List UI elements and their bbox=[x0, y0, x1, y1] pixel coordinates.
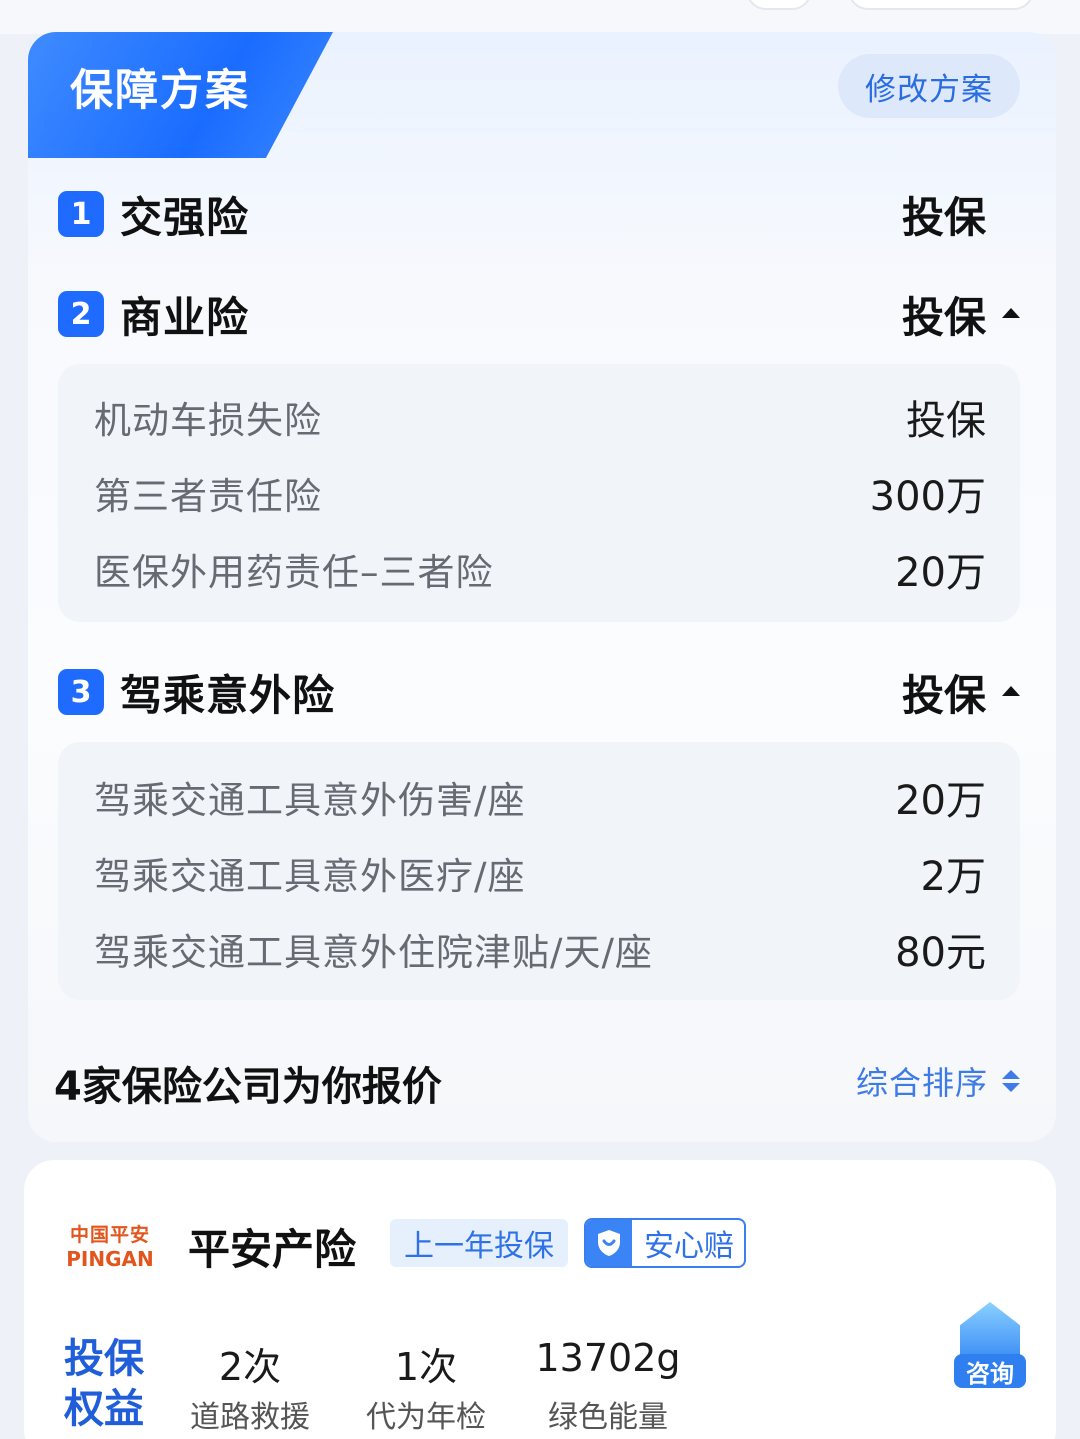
list-item: 机动车损失险 投保 bbox=[94, 392, 986, 444]
commercial-detail-box: 机动车损失险 投保 第三者责任险 300万 医保外用药责任–三者险 20万 bbox=[58, 364, 1020, 622]
section-title: 商业险 bbox=[120, 292, 250, 342]
section-compulsory[interactable]: 1 交强险 投保 bbox=[58, 184, 1020, 244]
coverage-label: 第三者责任险 bbox=[94, 475, 322, 518]
section-value: 投保 bbox=[901, 670, 986, 720]
modify-plan-button[interactable]: 修改方案 bbox=[838, 54, 1020, 118]
top-strip bbox=[0, 0, 1080, 34]
consult-button[interactable]: 咨询 bbox=[954, 1302, 1026, 1390]
benefit-item: 2次 道路救援 bbox=[180, 1336, 320, 1436]
benefit-value: 13702g bbox=[535, 1336, 681, 1380]
list-item: 驾乘交通工具意外医疗/座 2万 bbox=[94, 848, 986, 900]
section-value: 投保 bbox=[901, 292, 986, 342]
coverage-value: 80元 bbox=[895, 930, 986, 976]
list-item: 第三者责任险 300万 bbox=[94, 468, 986, 520]
logo-text-en: PINGAN bbox=[66, 1246, 154, 1271]
coverage-label: 驾乘交通工具意外医疗/座 bbox=[94, 855, 526, 898]
accident-detail-box: 驾乘交通工具意外伤害/座 20万 驾乘交通工具意外医疗/座 2万 驾乘交通工具意… bbox=[58, 742, 1020, 1000]
collapse-caret-icon[interactable] bbox=[1002, 686, 1020, 696]
coverage-label: 医保外用药责任–三者险 bbox=[94, 551, 494, 594]
worry-free-label: 安心赔 bbox=[644, 1229, 734, 1264]
section-title: 交强险 bbox=[120, 192, 250, 242]
consult-label: 咨询 bbox=[954, 1354, 1026, 1388]
list-item: 驾乘交通工具意外伤害/座 20万 bbox=[94, 772, 986, 824]
section-number-badge: 2 bbox=[58, 291, 104, 337]
benefit-label: 绿色能量 bbox=[548, 1400, 668, 1435]
plan-title: 保障方案 bbox=[70, 66, 250, 116]
company-logo: 中国平安 PINGAN bbox=[58, 1200, 162, 1290]
top-control-left[interactable] bbox=[746, 0, 812, 10]
house-icon bbox=[960, 1302, 1020, 1360]
benefit-value: 1次 bbox=[394, 1345, 458, 1389]
benefit-label: 代为年检 bbox=[366, 1400, 486, 1435]
worry-free-tag: 安心赔 bbox=[584, 1218, 746, 1268]
list-item: 驾乘交通工具意外住院津贴/天/座 80元 bbox=[94, 924, 986, 976]
sort-button[interactable]: 综合排序 bbox=[856, 1056, 1021, 1106]
coverage-value: 2万 bbox=[920, 854, 986, 900]
section-number-badge: 1 bbox=[58, 191, 104, 237]
quotes-title: 4家保险公司为你报价 bbox=[54, 1064, 442, 1110]
benefit-item: 1次 代为年检 bbox=[356, 1336, 496, 1436]
sort-label: 综合排序 bbox=[856, 1064, 989, 1102]
shield-icon bbox=[586, 1220, 632, 1266]
coverage-value: 20万 bbox=[895, 778, 986, 824]
benefits-label: 投保权益 bbox=[64, 1336, 144, 1432]
section-accident[interactable]: 3 驾乘意外险 投保 bbox=[58, 662, 1020, 722]
logo-text-cn: 中国平安 bbox=[69, 1223, 150, 1246]
coverage-label: 驾乘交通工具意外住院津贴/天/座 bbox=[94, 931, 653, 974]
coverage-value: 20万 bbox=[895, 550, 986, 596]
benefit-label: 道路救援 bbox=[190, 1400, 310, 1435]
collapse-caret-icon[interactable] bbox=[1002, 308, 1020, 318]
section-number-badge: 3 bbox=[58, 669, 104, 715]
benefit-value: 2次 bbox=[218, 1345, 282, 1389]
coverage-value: 300万 bbox=[869, 474, 986, 520]
top-control-right[interactable] bbox=[848, 0, 1034, 10]
last-year-tag: 上一年投保 bbox=[390, 1219, 568, 1267]
section-title: 驾乘意外险 bbox=[120, 670, 336, 720]
list-item: 医保外用药责任–三者险 20万 bbox=[94, 544, 986, 596]
coverage-label: 驾乘交通工具意外伤害/座 bbox=[94, 779, 526, 822]
coverage-label: 机动车损失险 bbox=[94, 399, 322, 442]
sort-arrows-icon bbox=[1002, 1070, 1021, 1092]
company-name: 平安产险 bbox=[188, 1225, 357, 1274]
coverage-value: 投保 bbox=[906, 398, 986, 444]
benefit-item: 13702g 绿色能量 bbox=[530, 1336, 686, 1436]
section-value: 投保 bbox=[901, 192, 986, 242]
section-commercial[interactable]: 2 商业险 投保 bbox=[58, 284, 1020, 344]
